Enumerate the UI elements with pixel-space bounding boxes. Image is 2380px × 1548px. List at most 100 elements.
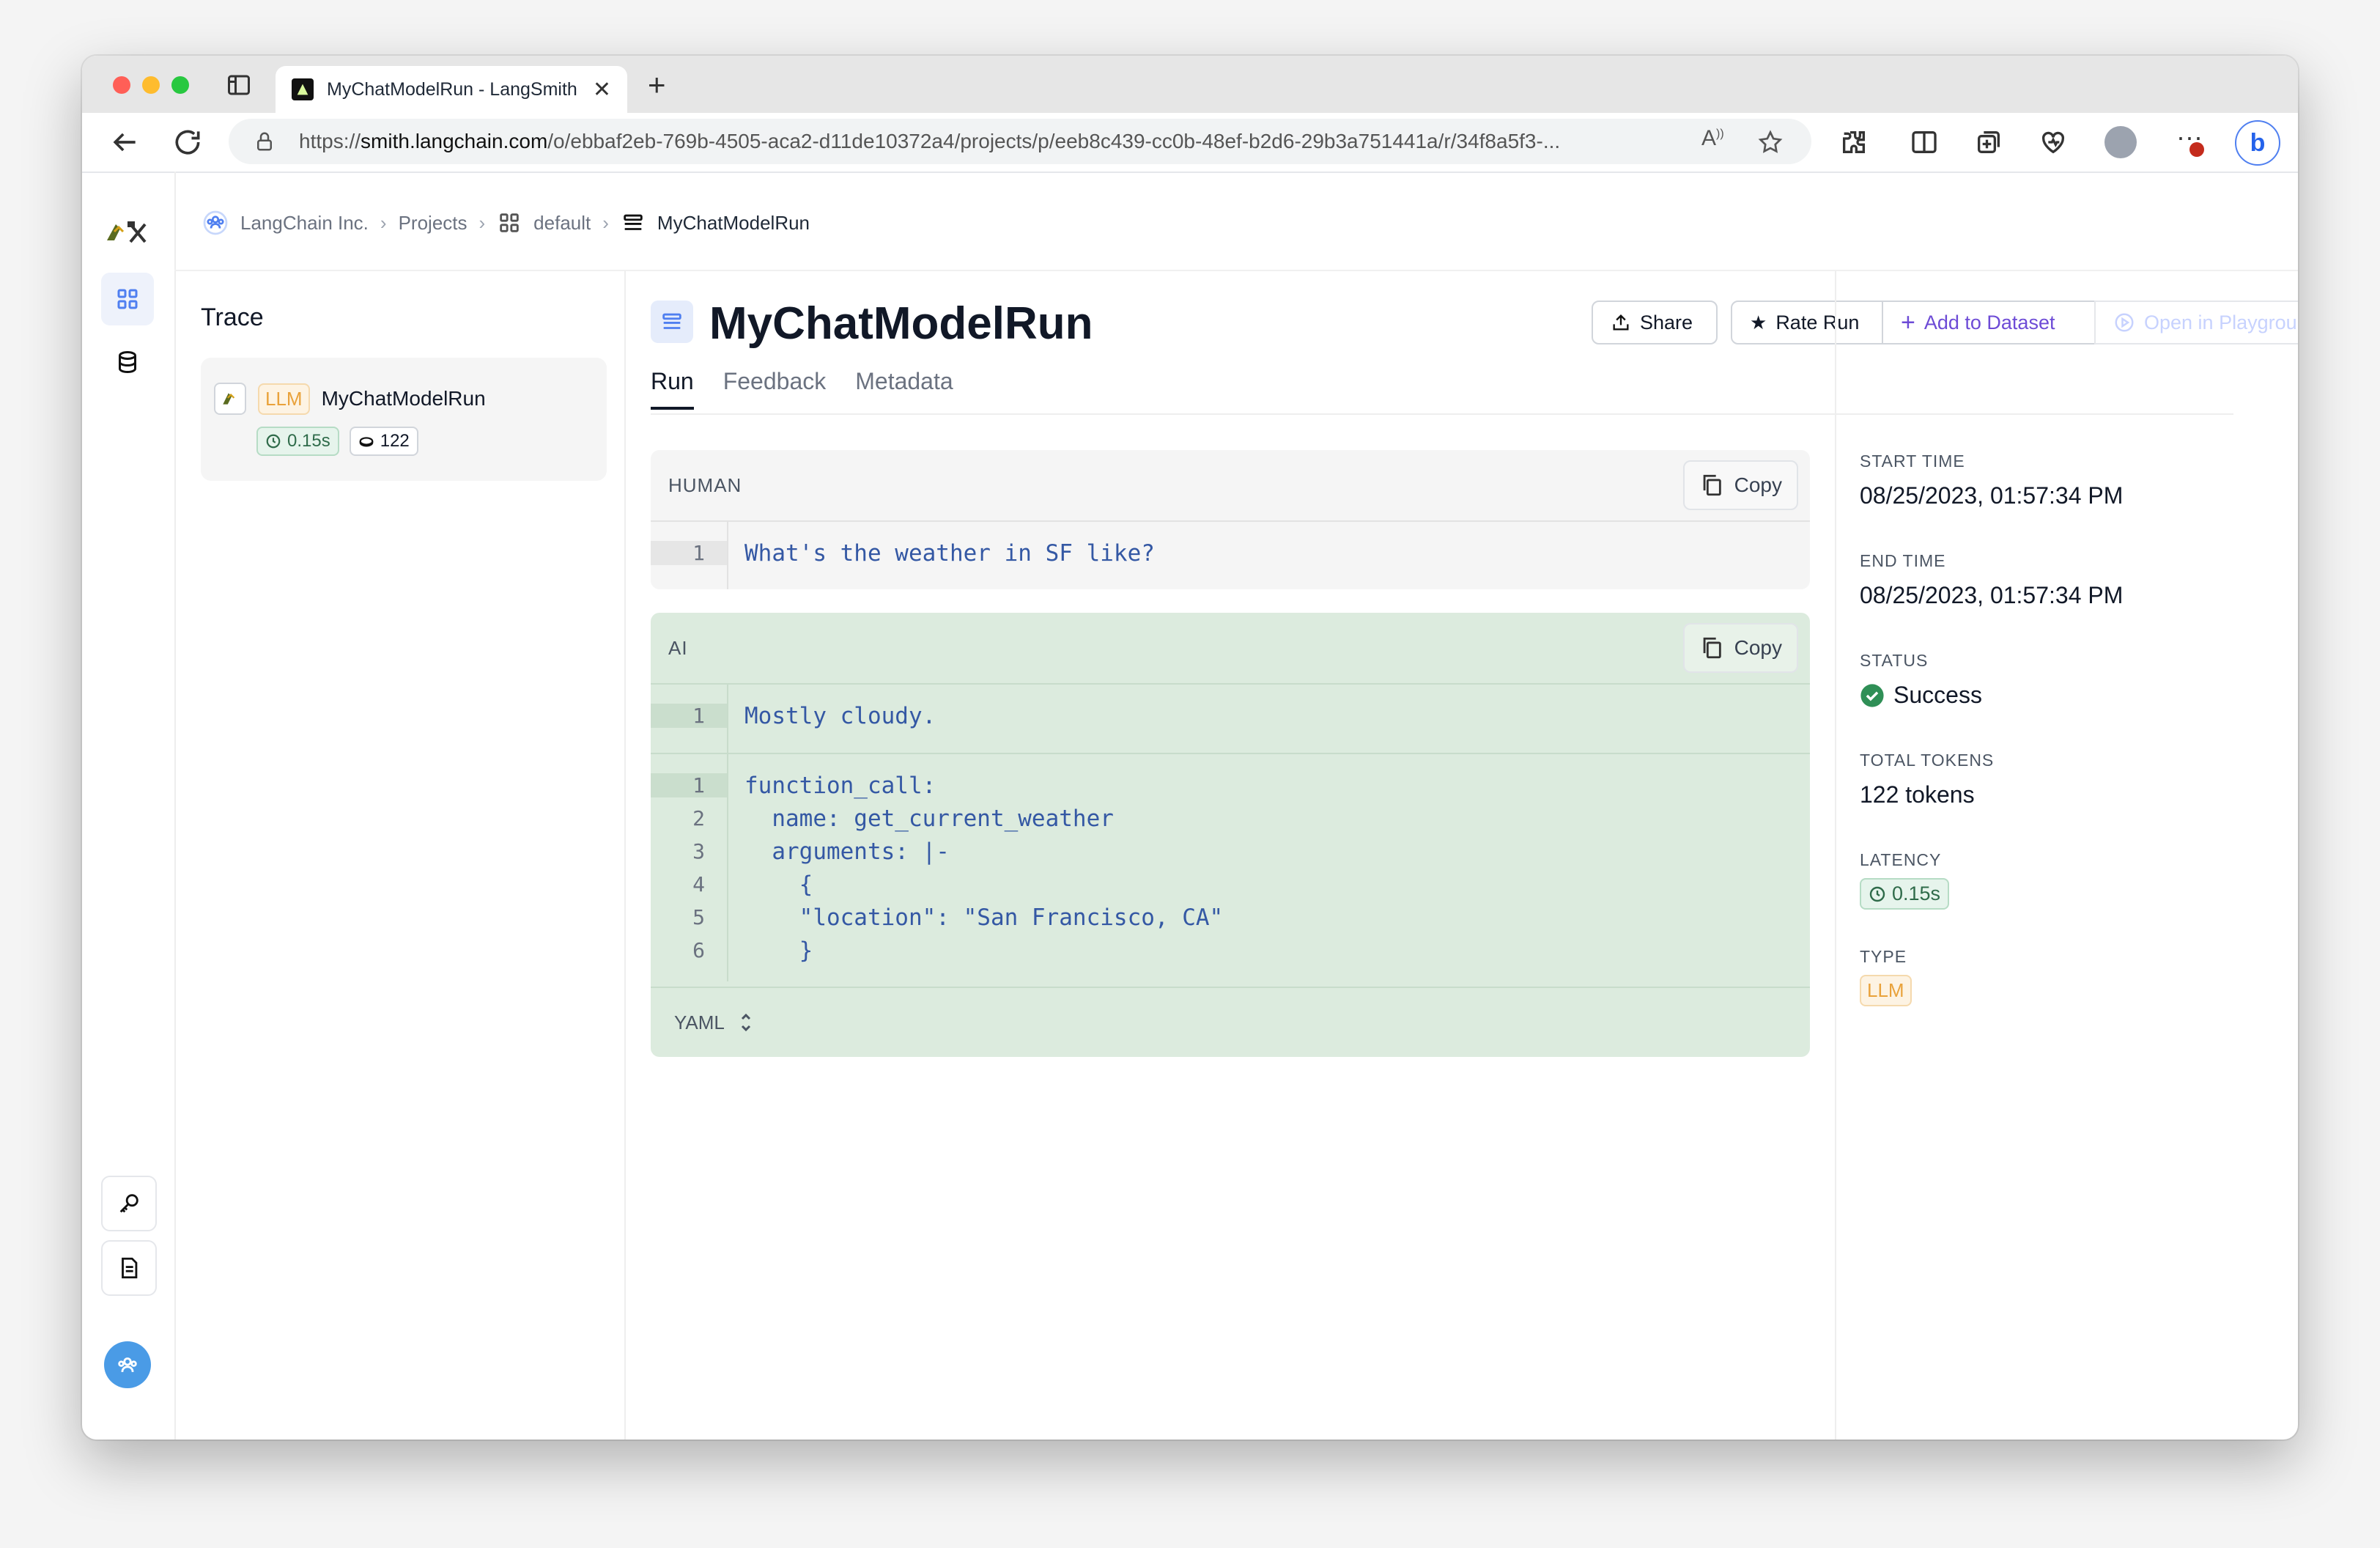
projects-grid-icon[interactable] <box>101 273 154 325</box>
collections-icon[interactable] <box>1974 128 2003 157</box>
status-label: STATUS <box>1860 651 1929 670</box>
run-type-badge: LLM <box>258 383 310 415</box>
read-aloud-icon[interactable]: A)) <box>1701 126 1724 151</box>
org-avatar-icon[interactable] <box>104 1341 151 1388</box>
format-label: YAML <box>674 1011 725 1033</box>
langsmith-favicon-icon <box>292 78 314 100</box>
line-gutter <box>727 754 728 981</box>
format-selector[interactable]: YAML <box>651 987 1810 1057</box>
message-role: HUMAN <box>668 473 742 496</box>
langsmith-logo-icon[interactable] <box>101 207 154 259</box>
code-line: function_call: <box>744 772 936 799</box>
datasets-database-icon[interactable] <box>101 336 154 388</box>
copy-button[interactable]: Copy <box>1682 460 1798 510</box>
close-window-button[interactable] <box>113 76 130 94</box>
organization-icon <box>203 210 228 235</box>
token-coins-icon <box>359 437 374 447</box>
tab-close-icon[interactable]: ✕ <box>593 77 611 103</box>
clock-icon <box>1869 886 1885 902</box>
reload-icon[interactable] <box>171 126 204 158</box>
breadcrumb-org-link[interactable]: LangChain Inc. <box>240 212 369 235</box>
address-bar: https://smith.langchain.com/o/ebbaf2eb-7… <box>82 113 2298 173</box>
browser-essentials-icon[interactable] <box>2039 128 2068 157</box>
human-code-block: 1 What's the weather in SF like? <box>651 520 1810 589</box>
url-text: https://smith.langchain.com/o/ebbaf2eb-7… <box>299 130 1561 152</box>
tab-strip: MyChatModelRun - LangSmith ✕ + <box>82 56 2298 113</box>
extensions-icon[interactable] <box>1839 128 1869 157</box>
copy-icon <box>1703 637 1721 659</box>
trace-title: Trace <box>201 303 264 331</box>
chevron-right-icon: › <box>478 211 486 234</box>
browser-window: MyChatModelRun - LangSmith ✕ + https://s… <box>82 56 2298 1440</box>
run-list-icon <box>651 301 693 343</box>
minimize-window-button[interactable] <box>142 76 160 94</box>
back-arrow-icon[interactable] <box>108 126 141 158</box>
status-value: Success <box>1860 682 1982 709</box>
copy-button[interactable]: Copy <box>1682 623 1798 673</box>
end-time-label: END TIME <box>1860 551 1946 570</box>
favorite-star-icon[interactable] <box>1757 129 1784 155</box>
share-button[interactable]: Share <box>1592 301 1718 344</box>
code-line: arguments: |- <box>744 838 950 865</box>
code-line: { <box>744 871 813 898</box>
chevron-right-icon: › <box>602 211 609 234</box>
tab-metadata[interactable]: Metadata <box>855 368 953 410</box>
code-line: What's the weather in SF like? <box>744 539 1155 567</box>
tab-actions-icon[interactable] <box>226 72 252 98</box>
line-number: 1 <box>651 704 727 728</box>
maximize-window-button[interactable] <box>171 76 189 94</box>
documentation-icon[interactable] <box>101 1240 157 1296</box>
split-screen-icon[interactable] <box>1910 128 1939 157</box>
line-number: 6 <box>692 938 705 962</box>
star-icon: ★ <box>1750 311 1767 333</box>
token-chip: 122 <box>349 427 418 456</box>
end-time-value: 08/25/2023, 01:57:34 PM <box>1860 582 2124 608</box>
breadcrumb: LangChain Inc. › Projects › default › My… <box>202 210 810 236</box>
chevron-up-down-icon <box>741 1013 750 1032</box>
left-rail <box>82 172 176 1440</box>
start-time-label: START TIME <box>1860 452 1965 471</box>
code-line: } <box>744 937 813 964</box>
run-list-icon <box>624 214 643 230</box>
browser-tab-active[interactable]: MyChatModelRun - LangSmith ✕ <box>276 66 627 113</box>
copy-label: Copy <box>1734 636 1782 659</box>
breadcrumb-projects-link[interactable]: Projects <box>399 212 468 235</box>
trace-panel: Trace LLM MyChatModelRun 0.15s 122 <box>174 271 626 1440</box>
human-message: HUMAN Copy 1 What's the weather in SF lik… <box>651 450 1810 589</box>
line-gutter <box>727 522 728 589</box>
project-grid-icon <box>500 213 519 232</box>
trace-item[interactable]: LLM MyChatModelRun 0.15s 122 <box>201 358 607 481</box>
message-role: AI <box>668 636 688 659</box>
line-number: 1 <box>651 541 727 565</box>
latency-chip: 0.15s <box>256 427 339 456</box>
function-call-block: 1 function_call: 2 name: get_current_weat… <box>651 753 1810 981</box>
success-check-icon <box>1860 683 1884 707</box>
profile-avatar[interactable] <box>2104 126 2137 158</box>
api-key-icon[interactable] <box>101 1176 157 1231</box>
lock-icon <box>257 132 272 151</box>
copilot-icon[interactable]: b <box>2235 120 2280 166</box>
latency-badge: 0.15s <box>1860 878 1950 910</box>
breadcrumb-project-link[interactable]: default <box>533 212 591 235</box>
code-line: "location": "San Francisco, CA" <box>744 904 1224 931</box>
latency-badge-value: 0.15s <box>1892 882 1941 904</box>
breadcrumb-current: MyChatModelRun <box>657 211 810 234</box>
line-number: 3 <box>692 839 705 863</box>
type-label: TYPE <box>1860 947 1907 966</box>
new-tab-icon[interactable]: + <box>648 67 666 103</box>
run-tabs: Run Feedback Metadata <box>651 368 953 410</box>
share-upload-icon <box>1613 314 1629 331</box>
url-bar[interactable]: https://smith.langchain.com/o/ebbaf2eb-7… <box>229 119 1811 164</box>
status-text: Success <box>1893 682 1982 708</box>
tab-run[interactable]: Run <box>651 368 694 410</box>
latency-value: 0.15s <box>287 431 330 451</box>
type-badge: LLM <box>1860 975 1912 1006</box>
langchain-parrot-icon <box>214 383 246 415</box>
share-label: Share <box>1640 311 1693 333</box>
clock-icon <box>266 434 281 449</box>
tab-feedback[interactable]: Feedback <box>723 368 827 410</box>
line-gutter <box>727 685 728 753</box>
page-title: MyChatModelRun <box>709 298 1093 349</box>
copy-label: Copy <box>1734 473 1782 496</box>
total-tokens-value: 122 tokens <box>1860 781 1975 808</box>
